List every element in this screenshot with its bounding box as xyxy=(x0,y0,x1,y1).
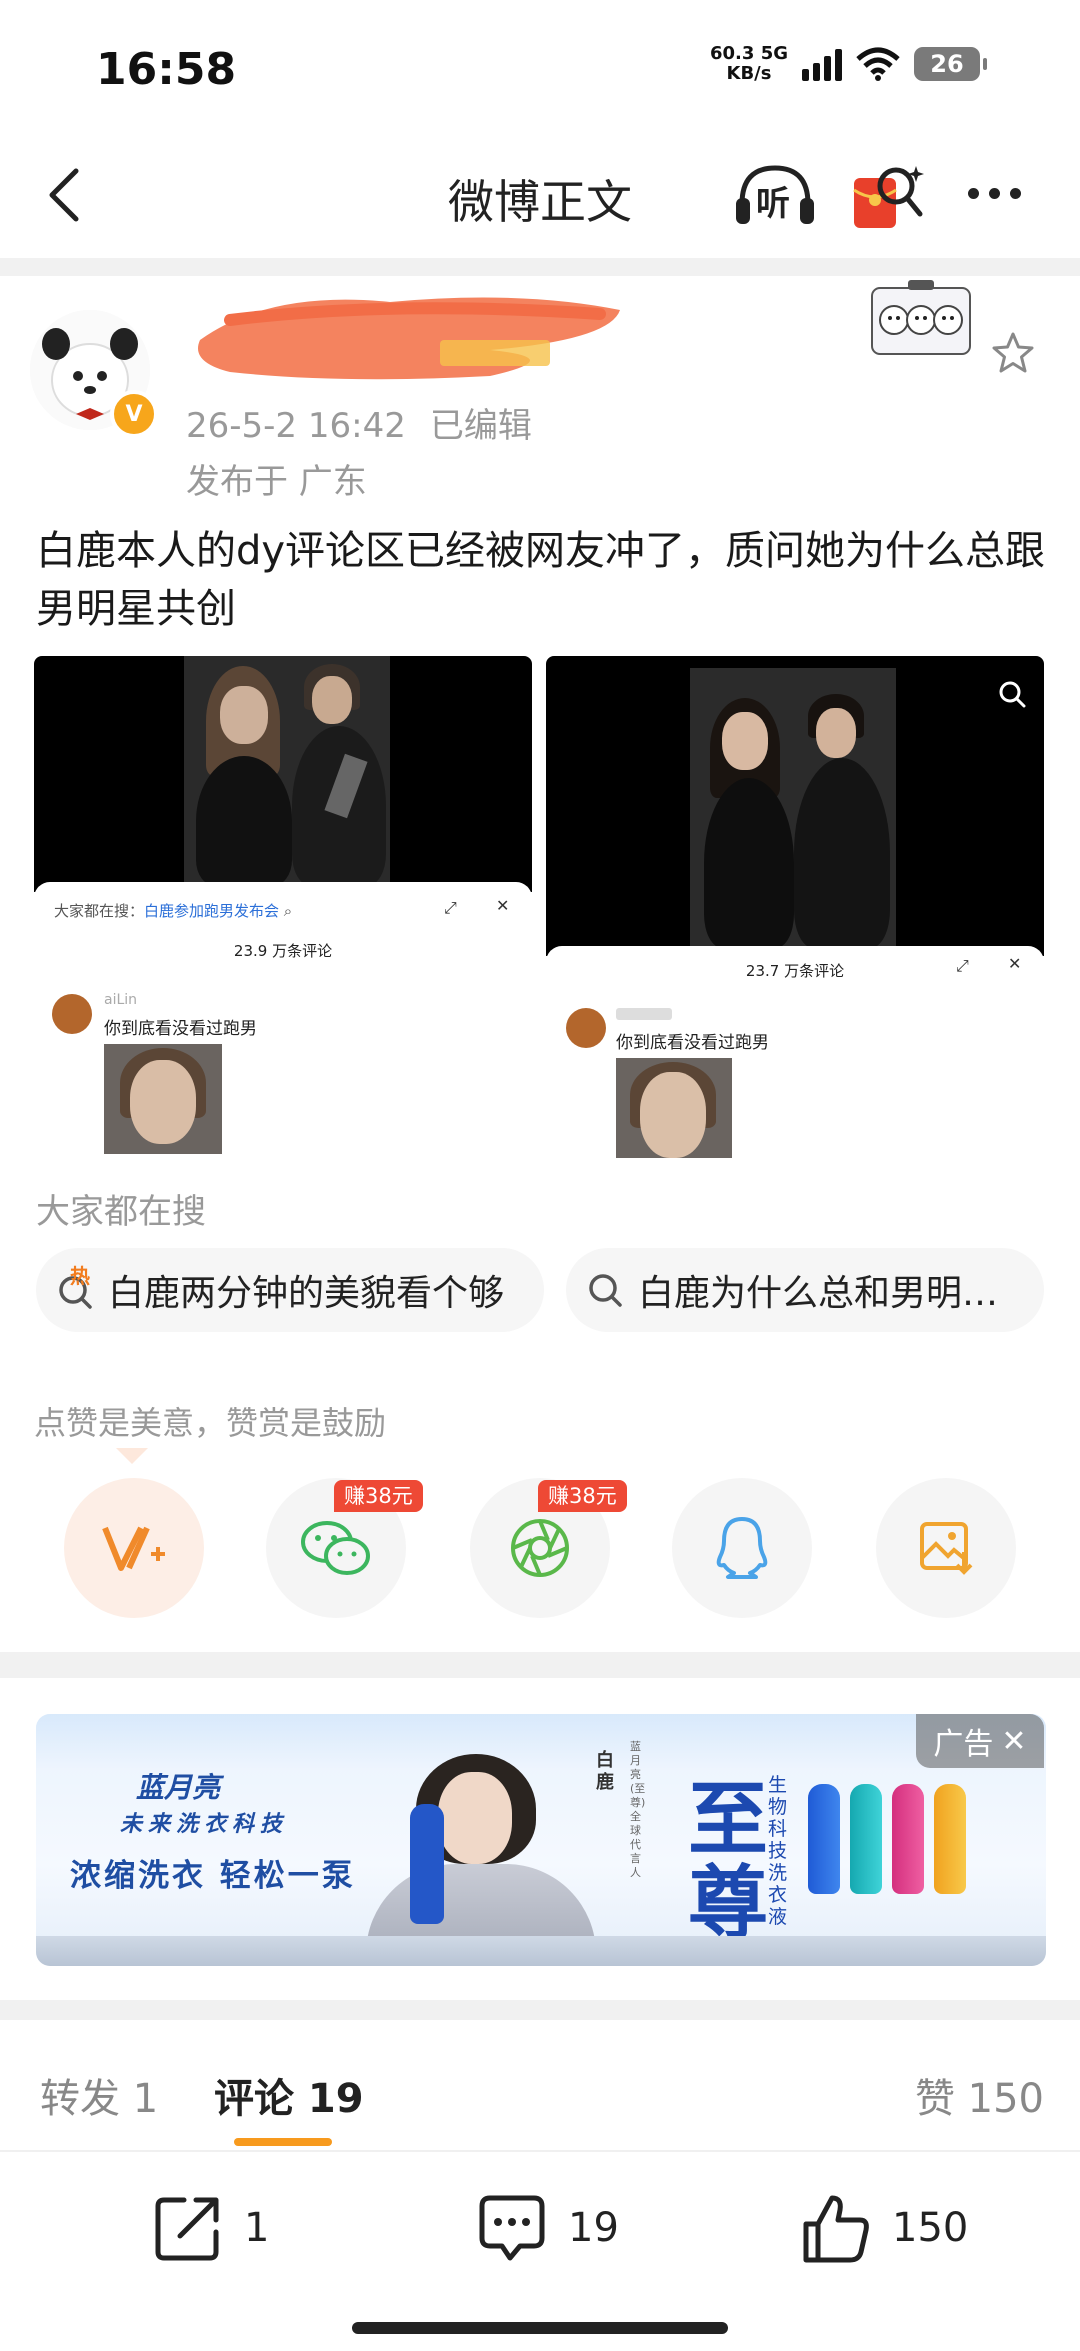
moments-shutter-icon xyxy=(511,1519,569,1577)
status-icons: 60.3 5G KB/s 26 xyxy=(709,43,987,84)
search-chip-2[interactable]: 白鹿为什么总和男明… xyxy=(566,1248,1044,1332)
repost-icon xyxy=(155,2197,219,2261)
v-plus-reward-icon xyxy=(102,1526,165,1571)
repost-button[interactable]: 1 xyxy=(150,2190,269,2266)
ad-slogan-2: 浓缩洗衣 轻松一泵 xyxy=(70,1858,356,1894)
ad-endorser-note: 蓝月亮(至尊)全球代言人 xyxy=(630,1740,646,1879)
ad-model-face xyxy=(438,1772,512,1864)
comments-panel: ⤢ ✕ 23.7 万条评论 你到底看没看过跑男 xyxy=(546,946,1044,1158)
ad-bottle xyxy=(850,1784,882,1894)
earn-badge: 赚38元 xyxy=(334,1480,423,1512)
reward-pointer xyxy=(116,1448,148,1464)
video-frame xyxy=(546,656,1044,956)
ad-slogan-1: 未来洗衣科技 xyxy=(120,1812,289,1837)
comment-image xyxy=(104,1044,222,1154)
comment-icon xyxy=(479,2195,545,2261)
wifi-icon xyxy=(856,47,900,81)
ad-product-name: 至尊 xyxy=(688,1773,772,1950)
comment-count: 23.9 万条评论 xyxy=(233,942,333,960)
zoom-icon xyxy=(999,681,1026,708)
reward-label: 点赞是美意，赞赏是鼓励 xyxy=(34,1404,387,1442)
ad-bottle xyxy=(808,1784,840,1894)
divider xyxy=(0,2000,1080,2020)
status-time: 16:58 xyxy=(96,44,237,95)
expand-icon: ⤢ xyxy=(444,898,457,917)
search-icon xyxy=(589,1274,622,1307)
qq-icon xyxy=(716,1517,768,1579)
wechat-icon xyxy=(301,1521,370,1575)
decoration-sticker xyxy=(871,280,971,355)
verified-badge-icon: V xyxy=(110,390,158,438)
divider xyxy=(0,2150,1080,2152)
redacted-username xyxy=(198,297,620,380)
search-hint: 大家都在搜：白鹿参加跑男发布会 ⌕ xyxy=(54,902,293,920)
post-time: 26-5-2 16:42 xyxy=(186,406,406,446)
post-meta: 26-5-2 16:42 已编辑 xyxy=(186,398,532,447)
more-options-icon[interactable] xyxy=(968,188,1021,199)
reward-button[interactable] xyxy=(64,1478,204,1618)
ad-bottle xyxy=(892,1784,924,1894)
earn-badge: 赚38元 xyxy=(538,1480,627,1512)
commenter-avatar xyxy=(52,994,92,1034)
tab-active-indicator xyxy=(234,2138,332,2146)
commenter-name-blur xyxy=(616,1008,672,1020)
comments-panel: 大家都在搜：白鹿参加跑男发布会 ⌕ ⤢ ✕ 23.9 万条评论 aiLin 你到… xyxy=(34,882,532,1158)
share-qq-button[interactable] xyxy=(672,1478,812,1618)
listen-label: 听 xyxy=(756,184,790,224)
commenter-avatar xyxy=(566,1008,606,1048)
edited-label: 已编辑 xyxy=(429,406,532,446)
commenter-name: aiLin xyxy=(104,992,138,1008)
image-download-icon xyxy=(920,1522,973,1575)
search-section-title: 大家都在搜 xyxy=(36,1192,206,1232)
signal-icon xyxy=(802,47,842,81)
post-image-2[interactable]: ⤢ ✕ 23.7 万条评论 你到底看没看过跑男 xyxy=(546,656,1044,1158)
ad-product-sub: 生物科技洗衣液 xyxy=(768,1774,788,1928)
ad-endorser: 白鹿 xyxy=(596,1750,614,1793)
divider xyxy=(0,258,1080,276)
ad-brand: 蓝月亮 xyxy=(136,1771,221,1804)
tab-like[interactable]: 赞 150 xyxy=(915,2066,1044,2124)
tab-repost[interactable]: 转发 1 xyxy=(40,2066,158,2124)
like-button[interactable]: 150 xyxy=(798,2190,968,2266)
favorite-star-icon[interactable] xyxy=(990,330,1036,376)
post-location: 发布于 广东 xyxy=(186,462,367,502)
ad-bottle xyxy=(934,1784,966,1894)
post-image-1[interactable]: 大家都在搜：白鹿参加跑男发布会 ⌕ ⤢ ✕ 23.9 万条评论 aiLin 你到… xyxy=(34,656,532,1158)
comment-count: 23.7 万条评论 xyxy=(745,962,845,980)
battery-icon: 26 xyxy=(914,47,987,81)
red-packet-search-icon[interactable] xyxy=(850,160,930,232)
ad-bottle-held xyxy=(410,1804,444,1924)
ad-tag-label: 广告 xyxy=(933,1727,994,1762)
repost-count: 1 xyxy=(244,2205,270,2251)
search-chip-1[interactable]: 热 白鹿两分钟的美貌看个够 xyxy=(36,1248,544,1332)
comment-text: 你到底看没看过跑男 xyxy=(616,1033,769,1053)
hot-search-icon: 热 xyxy=(56,1264,96,1310)
tab-comment[interactable]: 评论 19 xyxy=(214,2066,364,2124)
save-image-button[interactable] xyxy=(876,1478,1016,1618)
search-chip-label: 白鹿两分钟的美貌看个够 xyxy=(108,1273,505,1314)
network-speed: 60.3 5G KB/s xyxy=(709,43,788,84)
close-icon: ✕ xyxy=(496,896,510,915)
search-chip-label: 白鹿为什么总和男明… xyxy=(638,1273,999,1314)
listen-button[interactable]: 听 xyxy=(732,160,818,230)
divider xyxy=(0,1652,1080,1678)
comment-image xyxy=(616,1058,732,1158)
thumbs-up-icon xyxy=(803,2195,869,2263)
ad-banner[interactable]: 蓝月亮 未来洗衣科技 浓缩洗衣 轻松一泵 白鹿 蓝月亮(至尊)全球代言人 至尊 … xyxy=(36,1714,1046,1966)
comment-button[interactable]: 19 xyxy=(474,2190,619,2266)
comment-text: 你到底看没看过跑男 xyxy=(104,1019,257,1039)
post-text: 白鹿本人的dy评论区已经被网友冲了，质问她为什么总跟男明星共创 xyxy=(36,528,1046,632)
ad-close-tag[interactable]: 广告 ✕ xyxy=(916,1714,1044,1768)
video-frame xyxy=(34,656,532,892)
home-indicator[interactable] xyxy=(352,2322,728,2334)
close-icon: ✕ xyxy=(1001,1723,1027,1759)
comment-count-label: 19 xyxy=(568,2205,619,2251)
like-count: 150 xyxy=(892,2205,969,2251)
